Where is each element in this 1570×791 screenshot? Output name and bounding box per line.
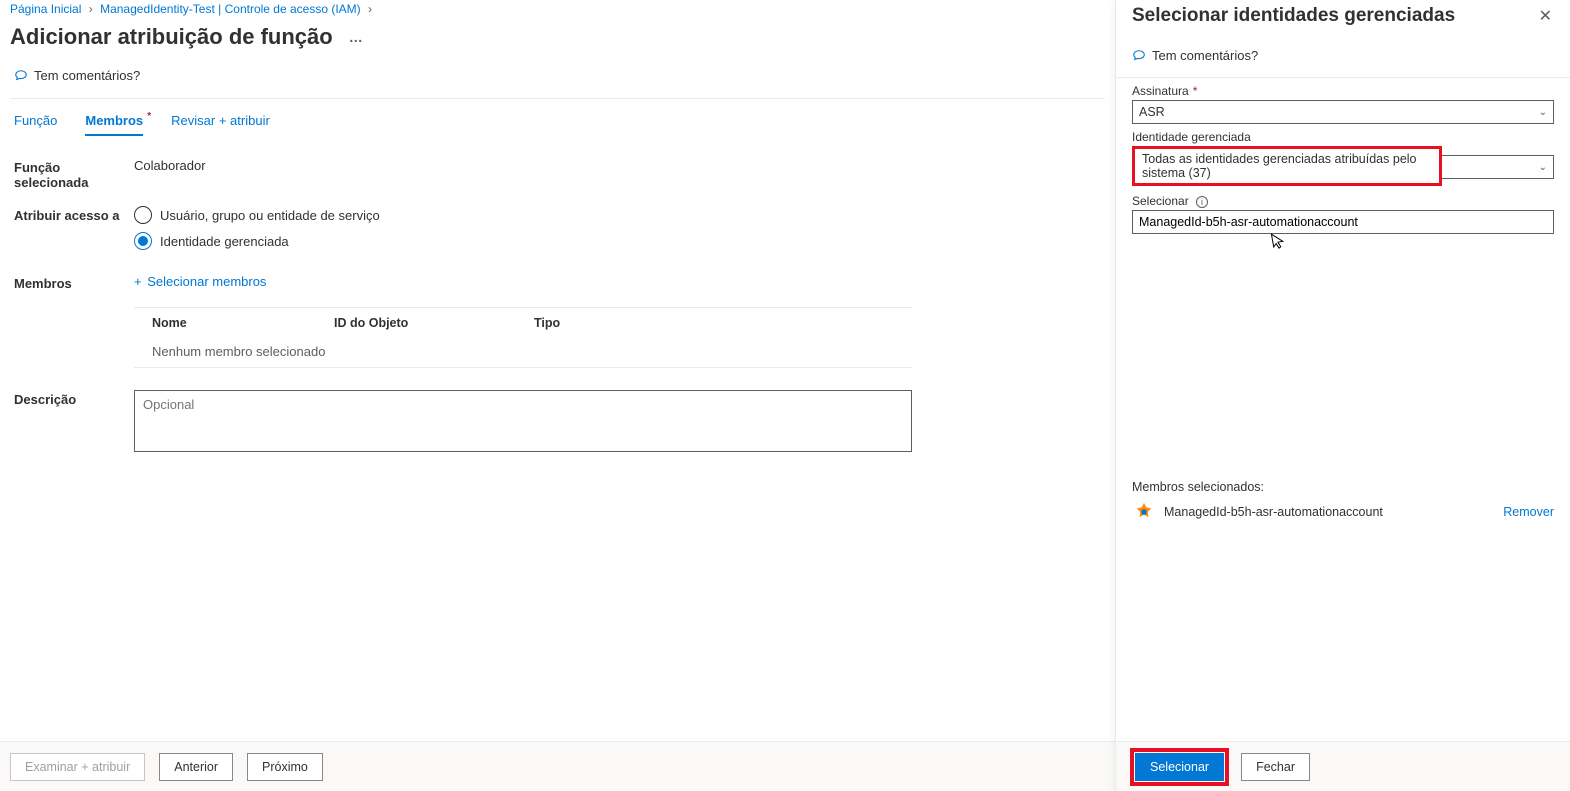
selected-member-name: ManagedId-b5h-asr-automationaccount	[1164, 505, 1383, 519]
select-button[interactable]: Selecionar	[1135, 753, 1224, 781]
more-actions-icon[interactable]: …	[349, 29, 363, 45]
plus-icon: +	[134, 274, 142, 289]
breadcrumb-home[interactable]: Página Inicial	[10, 2, 81, 16]
chevron-right-icon: ›	[368, 2, 372, 16]
tab-members-label: Membros	[85, 113, 143, 128]
col-header-name: Nome	[134, 316, 334, 330]
subscription-value: ASR	[1139, 105, 1165, 119]
radio-checked-icon	[134, 232, 152, 250]
selected-role-label: Função selecionada	[14, 158, 134, 190]
side-panel: Selecionar identidades gerenciadas ✕ Tem…	[1115, 0, 1570, 791]
identity-value-highlighted: Todas as identidades gerenciadas atribuí…	[1136, 150, 1438, 182]
identity-label: Identidade gerenciada	[1132, 130, 1554, 144]
subscription-label: Assinatura*	[1132, 84, 1554, 98]
radio-identity-option[interactable]: Identidade gerenciada	[134, 232, 1101, 250]
close-button[interactable]: Fechar	[1241, 753, 1310, 781]
side-panel-title: Selecionar identidades gerenciadas	[1132, 5, 1455, 27]
chevron-down-icon: ⌄	[1539, 107, 1547, 118]
tab-review[interactable]: Revisar + atribuir	[171, 113, 270, 136]
side-panel-feedback-label: Tem comentários?	[1152, 48, 1258, 63]
col-header-type: Tipo	[534, 316, 912, 330]
selected-role-value: Colaborador	[134, 158, 1101, 190]
breadcrumb: Página Inicial › ManagedIdentity-Test | …	[10, 0, 1105, 20]
selected-members-label: Membros selecionados:	[1132, 480, 1554, 494]
tab-members[interactable]: Membros *	[85, 113, 143, 136]
feedback-icon	[1132, 49, 1146, 63]
info-icon[interactable]: i	[1196, 196, 1208, 208]
bottom-bar: Examinar + atribuir Anterior Próximo	[0, 741, 1115, 791]
highlight-annotation: Todas as identidades gerenciadas atribuí…	[1132, 146, 1442, 186]
radio-user-option[interactable]: Usuário, grupo ou entidade de serviço	[134, 206, 1101, 224]
subscription-select[interactable]: ASR ⌄	[1132, 100, 1554, 124]
select-members-text: Selecionar membros	[147, 274, 266, 289]
description-label: Descrição	[14, 390, 134, 455]
select-search-input[interactable]	[1132, 210, 1554, 234]
breadcrumb-iam[interactable]: Controle de acesso (IAM)	[225, 2, 361, 16]
side-panel-feedback-link[interactable]: Tem comentários?	[1116, 38, 1570, 77]
breadcrumb-resource[interactable]: ManagedIdentity-Test	[100, 2, 215, 16]
selected-member-item: ManagedId-b5h-asr-automationaccount	[1132, 500, 1383, 524]
chevron-down-icon: ⌄	[1539, 162, 1547, 173]
highlight-annotation: Selecionar	[1130, 748, 1229, 786]
feedback-link[interactable]: Tem comentários?	[10, 56, 140, 98]
members-label: Membros	[14, 274, 134, 291]
tab-role[interactable]: Função	[14, 113, 57, 136]
divider	[1116, 77, 1570, 78]
review-assign-button[interactable]: Examinar + atribuir	[10, 753, 145, 781]
feedback-label: Tem comentários?	[34, 68, 140, 83]
resource-icon	[1132, 500, 1156, 524]
tabs: Função Membros * Revisar + atribuir	[10, 99, 1105, 136]
previous-button[interactable]: Anterior	[159, 753, 233, 781]
identity-select[interactable]: ⌄	[1442, 155, 1554, 179]
page-title: Adicionar atribuição de função …	[10, 24, 1105, 50]
radio-identity-label: Identidade gerenciada	[160, 234, 289, 249]
assign-access-label: Atribuir acesso a	[14, 206, 134, 258]
col-header-id: ID do Objeto	[334, 316, 534, 330]
radio-user-label: Usuário, grupo ou entidade de serviço	[160, 208, 380, 223]
feedback-icon	[14, 69, 28, 83]
radio-unchecked-icon	[134, 206, 152, 224]
required-indicator-icon: *	[147, 111, 151, 122]
remove-member-link[interactable]: Remover	[1503, 505, 1554, 519]
description-input[interactable]	[134, 390, 912, 452]
members-table: Nome ID do Objeto Tipo Nenhum membro sel…	[134, 307, 912, 368]
chevron-right-icon: ›	[89, 2, 93, 16]
side-panel-footer: Selecionar Fechar	[1116, 741, 1570, 791]
page-title-text: Adicionar atribuição de função	[10, 24, 333, 50]
select-label: Selecionar i	[1132, 194, 1554, 208]
select-members-link[interactable]: + Selecionar membros	[134, 274, 266, 289]
close-icon[interactable]: ✕	[1535, 2, 1556, 30]
members-empty-message: Nenhum membro selecionado	[134, 338, 912, 367]
next-button[interactable]: Próximo	[247, 753, 323, 781]
